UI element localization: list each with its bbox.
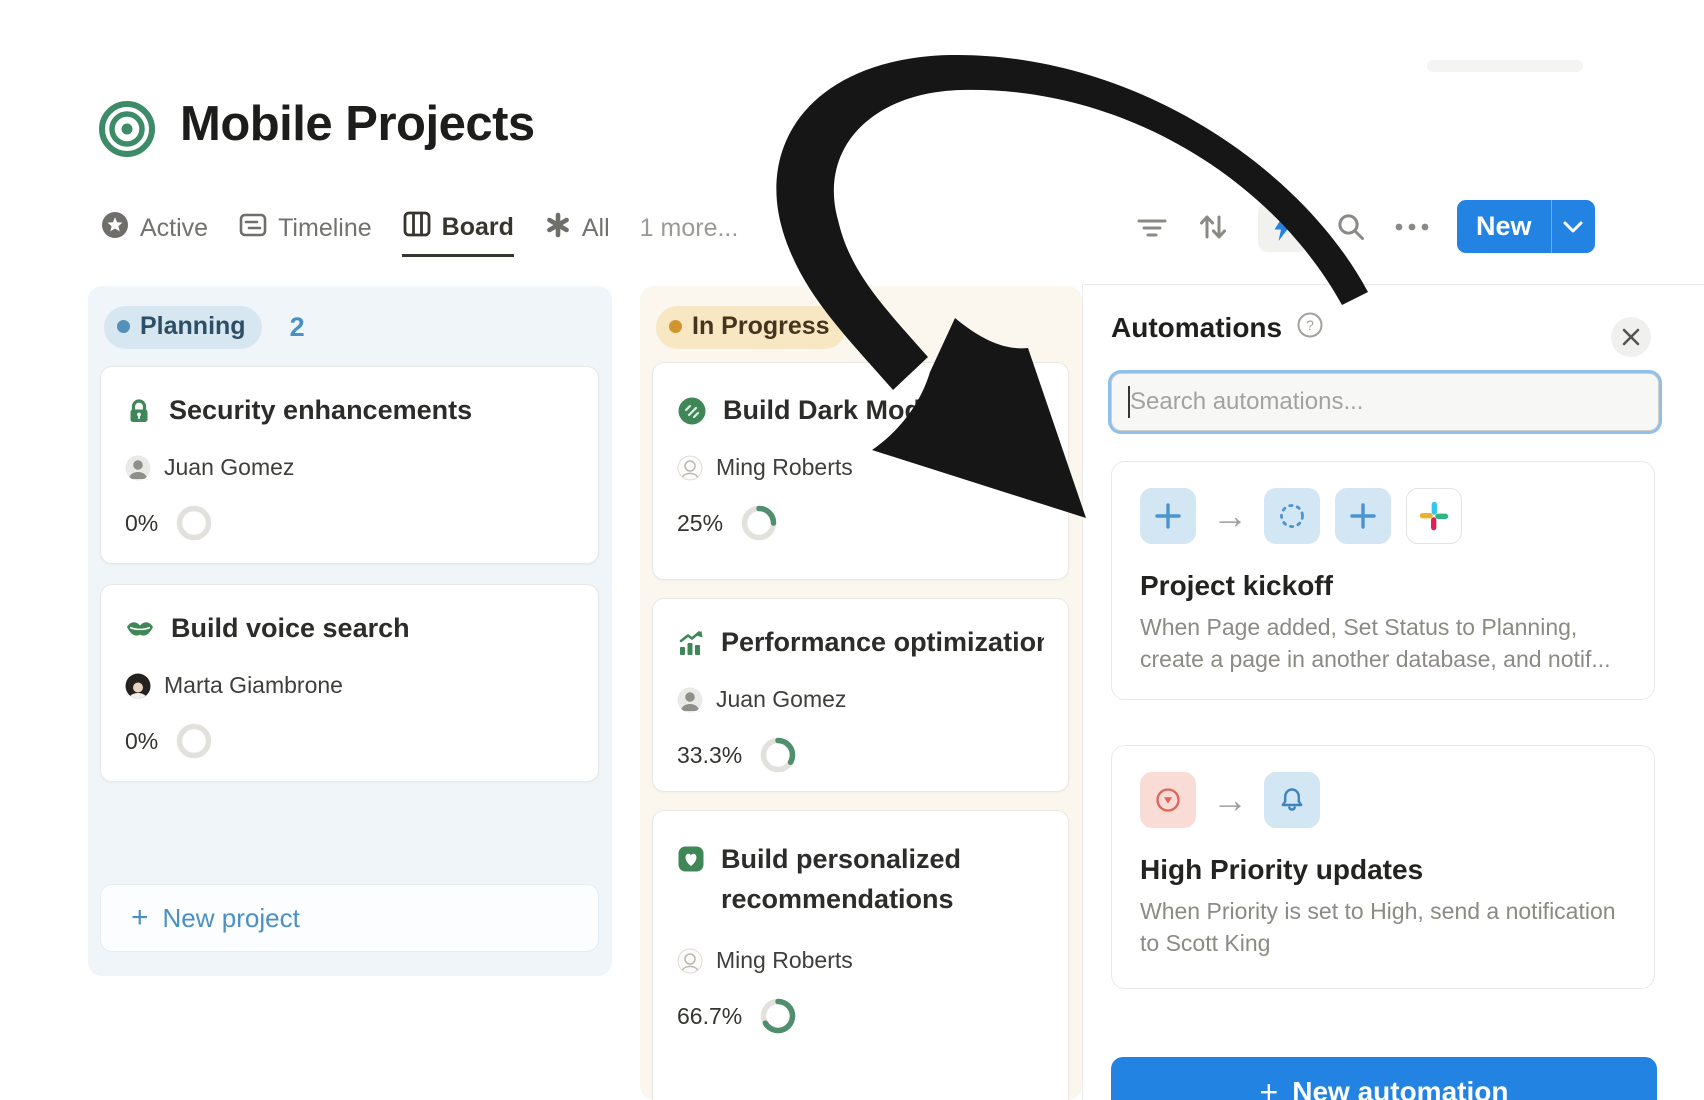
page-title: Mobile Projects bbox=[180, 96, 535, 152]
automation-bolt-icon bbox=[1267, 211, 1299, 243]
new-project-label: New project bbox=[163, 903, 300, 934]
tab-active[interactable]: Active bbox=[100, 200, 208, 257]
tab-label: All bbox=[582, 214, 610, 243]
avatar-ming-roberts bbox=[677, 455, 703, 481]
asterisk-icon bbox=[544, 211, 572, 246]
avatar-juan-gomez bbox=[125, 455, 151, 481]
dark-mode-icon bbox=[677, 396, 707, 426]
spinner-icon bbox=[1264, 488, 1320, 544]
progress-label: 0% bbox=[125, 728, 158, 755]
new-project-button[interactable]: + New project bbox=[100, 884, 599, 952]
status-pill-in-progress[interactable]: In Progress bbox=[656, 306, 846, 349]
progress-ring bbox=[175, 722, 213, 760]
new-automation-label: New automation bbox=[1292, 1076, 1508, 1100]
progress-ring bbox=[759, 736, 797, 774]
close-icon[interactable] bbox=[1611, 317, 1651, 357]
plus-icon bbox=[1335, 488, 1391, 544]
project-card-build-personalized-recommendations[interactable]: Build personalized recommendations Ming … bbox=[652, 810, 1069, 1100]
tab-timeline[interactable]: Timeline bbox=[238, 200, 372, 257]
arrow-icon: → bbox=[1212, 495, 1248, 537]
project-card-build-voice-search[interactable]: Build voice search Marta Giambrone 0% bbox=[100, 584, 599, 782]
slack-icon bbox=[1406, 488, 1462, 544]
assignee-name: Ming Roberts bbox=[716, 454, 853, 481]
view-tabs: Active Timeline Board bbox=[100, 200, 738, 257]
tab-all[interactable]: All bbox=[544, 200, 610, 257]
assignee-name: Juan Gomez bbox=[716, 686, 846, 713]
help-icon[interactable]: ? bbox=[1296, 311, 1324, 344]
progress-label: 66.7% bbox=[677, 1003, 742, 1030]
automation-bolt-button[interactable] bbox=[1258, 202, 1308, 252]
avatar-ming-roberts bbox=[677, 948, 703, 974]
board-icon bbox=[402, 209, 432, 246]
tab-board[interactable]: Board bbox=[402, 200, 514, 257]
card-title: Build voice search bbox=[171, 613, 410, 644]
progress-ring bbox=[740, 504, 778, 542]
bell-icon bbox=[1264, 772, 1320, 828]
chart-up-icon bbox=[677, 629, 705, 657]
status-dot bbox=[669, 320, 682, 333]
new-button-label[interactable]: New bbox=[1457, 200, 1551, 253]
progress-ring bbox=[175, 504, 213, 542]
assignee-name: Ming Roberts bbox=[716, 947, 853, 974]
plus-icon: + bbox=[131, 903, 149, 933]
plus-icon bbox=[1140, 488, 1196, 544]
heart-icon bbox=[677, 845, 705, 873]
progress-ring bbox=[759, 997, 797, 1035]
more-icon[interactable] bbox=[1394, 221, 1430, 233]
chevron-down-icon[interactable] bbox=[1551, 200, 1595, 253]
lips-icon bbox=[125, 618, 155, 640]
progress-label: 0% bbox=[125, 510, 158, 537]
filter-icon[interactable] bbox=[1136, 212, 1168, 242]
assignee-name: Juan Gomez bbox=[164, 454, 294, 481]
faded-toolbar-remnant bbox=[1427, 60, 1583, 72]
card-title: Security enhancements bbox=[169, 395, 472, 426]
automation-title: Project kickoff bbox=[1140, 570, 1626, 602]
tab-label: Timeline bbox=[278, 214, 372, 243]
target-icon bbox=[98, 100, 156, 163]
card-title: Performance optimization bbox=[721, 627, 1044, 658]
automation-description: When Priority is set to High, send a not… bbox=[1140, 895, 1626, 959]
card-title: Build Dark Mode bbox=[723, 395, 936, 426]
lock-icon bbox=[125, 397, 153, 425]
page: Mobile Projects Active Timeline Boar bbox=[0, 0, 1704, 1100]
automation-description: When Page added, Set Status to Planning,… bbox=[1140, 611, 1626, 675]
progress-label: 33.3% bbox=[677, 742, 742, 769]
column-planning: Planning 2 Security enhancements bbox=[88, 286, 612, 976]
avatar-marta-giambrone bbox=[125, 673, 151, 699]
priority-icon bbox=[1140, 772, 1196, 828]
tab-label: Board bbox=[442, 213, 514, 242]
tab-more[interactable]: 1 more... bbox=[640, 200, 739, 257]
automation-title: High Priority updates bbox=[1140, 854, 1626, 886]
column-count: 2 bbox=[290, 312, 305, 343]
project-card-build-dark-mode[interactable]: Build Dark Mode Ming Roberts 25% bbox=[652, 362, 1069, 580]
tab-label: 1 more... bbox=[640, 214, 739, 243]
svg-text:?: ? bbox=[1306, 317, 1314, 333]
new-automation-button[interactable]: + New automation bbox=[1111, 1057, 1657, 1100]
text-cursor bbox=[1128, 386, 1130, 418]
status-dot bbox=[117, 320, 130, 333]
arrow-icon: → bbox=[1212, 779, 1248, 821]
timeline-icon bbox=[238, 210, 268, 247]
sort-icon[interactable] bbox=[1195, 211, 1231, 243]
status-pill-planning[interactable]: Planning bbox=[104, 306, 262, 349]
automation-card-high-priority-updates[interactable]: → High Priority updates When Priority is… bbox=[1111, 745, 1655, 989]
automations-title: Automations bbox=[1111, 312, 1282, 344]
project-card-security-enhancements[interactable]: Security enhancements Juan Gomez 0% bbox=[100, 366, 599, 564]
tab-label: Active bbox=[140, 214, 208, 243]
assignee-name: Marta Giambrone bbox=[164, 672, 343, 699]
avatar-juan-gomez bbox=[677, 687, 703, 713]
search-icon[interactable] bbox=[1335, 211, 1367, 243]
star-circle-icon bbox=[100, 210, 130, 247]
automation-card-project-kickoff[interactable]: → Project kicko bbox=[1111, 461, 1655, 700]
plus-icon: + bbox=[1260, 1076, 1279, 1100]
card-title: Build personalized recommendations bbox=[721, 839, 1044, 919]
progress-label: 25% bbox=[677, 510, 723, 537]
search-automations-input[interactable] bbox=[1111, 373, 1659, 431]
column-in-progress: In Progress Build Dark Mode bbox=[640, 286, 1082, 1100]
view-toolbar: New bbox=[1136, 198, 1595, 255]
automations-panel: Automations ? → bbox=[1082, 284, 1704, 1100]
project-card-performance-optimization[interactable]: Performance optimization Juan Gomez 33.3… bbox=[652, 598, 1069, 792]
new-button[interactable]: New bbox=[1457, 200, 1595, 253]
